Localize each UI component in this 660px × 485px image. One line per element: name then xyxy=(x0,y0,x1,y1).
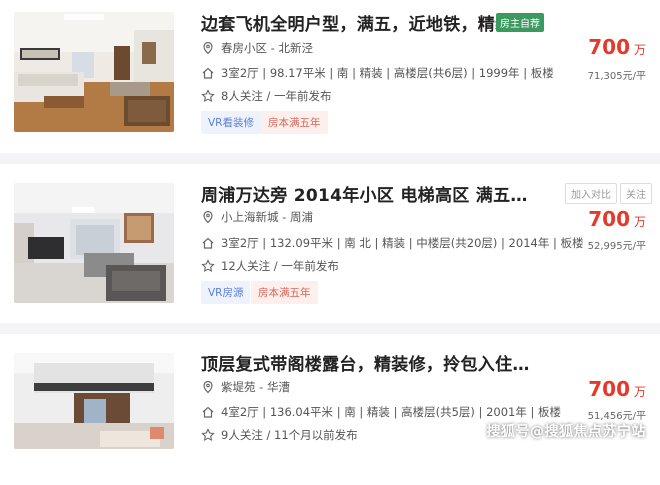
unit-price: 51,456元/平 xyxy=(587,411,646,422)
listing-title[interactable]: 周浦万达旁 2014年小区 电梯高区 满五… xyxy=(201,181,528,206)
price-unit: 万 xyxy=(633,385,646,399)
details-text: 3室2厅 | 98.17平米 | 南 | 精装 | 高楼层(共6层) | 199… xyxy=(221,66,554,80)
follow-button[interactable]: 关注 xyxy=(620,183,652,204)
location-pin-icon xyxy=(201,380,215,394)
star-icon xyxy=(201,259,215,273)
details-text: 4室2厅 | 136.04平米 | 南 | 精装 | 高楼层(共5层) | 20… xyxy=(221,405,562,419)
listing-photo[interactable] xyxy=(14,353,174,449)
unit-price: 52,995元/平 xyxy=(587,241,646,252)
listing-card[interactable]: 顶层复式带阁楼露台，精装修，拎包入住… 紫堤苑 - 华漕 4室2厅 | 136.… xyxy=(0,340,660,485)
details-row: 3室2厅 | 98.17平米 | 南 | 精装 | 高楼层(共6层) | 199… xyxy=(201,65,554,81)
community-row: 春房小区 - 北新泾 xyxy=(201,40,313,56)
followers-row: 12人关注 / 一年前发布 xyxy=(201,258,339,274)
location-pin-icon xyxy=(201,41,215,55)
owner-years-tag: 房本满五年 xyxy=(251,281,318,304)
compare-button[interactable]: 加入对比 xyxy=(565,183,617,204)
details-text: 3室2厅 | 132.09平米 | 南 北 | 精装 | 中楼层(共20层) |… xyxy=(221,236,584,250)
followers-row: 8人关注 / 一年前发布 xyxy=(201,88,332,104)
followers-text: 12人关注 / 一年前发布 xyxy=(221,259,339,273)
house-icon xyxy=(201,405,215,419)
community-link[interactable]: 小上海新城 - 周浦 xyxy=(221,209,313,225)
community-link[interactable]: 春房小区 - 北新泾 xyxy=(221,40,313,56)
star-icon xyxy=(201,89,215,103)
divider xyxy=(0,153,660,164)
followers-text: 8人关注 / 一年前发布 xyxy=(221,89,332,103)
location-pin-icon xyxy=(201,210,215,224)
price-unit: 万 xyxy=(633,43,646,57)
price-value: 700 xyxy=(588,377,630,401)
vr-tag: VR看装修 xyxy=(201,111,261,134)
listing-card[interactable]: 边套飞机全明户型，满五，近地铁，精装修 房主自荐 春房小区 - 北新泾 3室2厅… xyxy=(0,0,660,145)
vr-tag: VR房源 xyxy=(201,281,251,304)
owner-recommend-badge: 房主自荐 xyxy=(496,13,544,32)
listing-card[interactable]: 周浦万达旁 2014年小区 电梯高区 满五… 加入对比 关注 小上海新城 - 周… xyxy=(0,170,660,315)
listing-title[interactable]: 边套飞机全明户型，满五，近地铁，精装修 xyxy=(201,10,530,35)
price-value: 700 xyxy=(588,207,630,231)
community-row: 紫堤苑 - 华漕 xyxy=(201,379,290,395)
owner-years-tag: 房本满五年 xyxy=(261,111,328,134)
divider xyxy=(0,323,660,334)
total-price: 700 万 xyxy=(588,377,646,401)
unit-price: 71,305元/平 xyxy=(587,71,646,82)
star-icon xyxy=(201,428,215,442)
listing-title[interactable]: 顶层复式带阁楼露台，精装修，拎包入住… xyxy=(201,350,530,375)
listing-photo[interactable] xyxy=(14,12,174,132)
total-price: 700 万 xyxy=(588,35,646,59)
house-icon xyxy=(201,236,215,250)
followers-text: 9人关注 / 11个月以前发布 xyxy=(221,428,358,442)
listing-photo[interactable] xyxy=(14,183,174,303)
followers-row: 9人关注 / 11个月以前发布 xyxy=(201,427,358,443)
watermark: 搜狐号@搜狐焦点苏宁站 xyxy=(486,424,646,440)
details-row: 3室2厅 | 132.09平米 | 南 北 | 精装 | 中楼层(共20层) |… xyxy=(201,235,584,251)
price-unit: 万 xyxy=(633,215,646,229)
details-row: 4室2厅 | 136.04平米 | 南 | 精装 | 高楼层(共5层) | 20… xyxy=(201,404,561,420)
total-price: 700 万 xyxy=(588,207,646,231)
community-link[interactable]: 紫堤苑 - 华漕 xyxy=(221,379,290,395)
price-value: 700 xyxy=(588,35,630,59)
house-icon xyxy=(201,66,215,80)
community-row: 小上海新城 - 周浦 xyxy=(201,209,313,225)
